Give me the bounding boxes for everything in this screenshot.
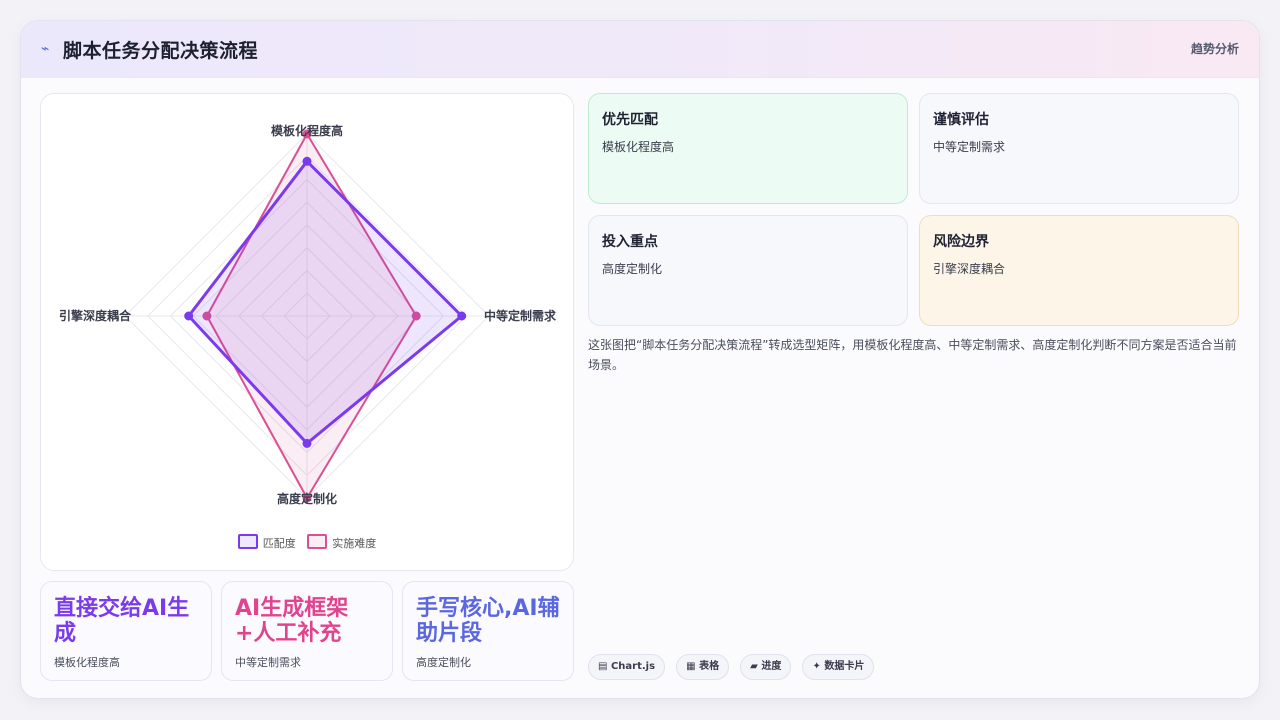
table-icon: ▦ [686, 661, 696, 672]
trend-analysis-link[interactable]: 趋势分析 [1191, 40, 1239, 57]
axis-label: 模板化程度高 [271, 123, 343, 138]
chip-chartjs[interactable]: ▤ Chart.js [588, 654, 666, 680]
quadrant-title: 谨慎评估 [933, 112, 989, 128]
quadrant-title: 风险边界 [933, 234, 989, 250]
chart-icon: ▤ [598, 661, 608, 672]
page-title: 脚本任务分配决策流程 [63, 40, 259, 62]
series-point-0 [302, 438, 312, 448]
series-area-0 [187, 159, 464, 445]
axis-label: 高度定制化 [277, 491, 337, 506]
quadrant-sub: 模板化程度高 [602, 140, 675, 154]
quadrant-risk-boundary[interactable]: 风险边界 引擎深度耦合 [919, 215, 1239, 326]
chart-legend: 匹配度 实施难度 [41, 534, 573, 551]
chip-label: 表格 [699, 661, 720, 672]
legend-swatch-difficulty [307, 534, 328, 549]
series-point-0 [457, 311, 467, 321]
legend-swatch-match [237, 534, 258, 549]
option-sub: 高度定制化 [416, 656, 471, 669]
chip-label: 进度 [761, 661, 782, 672]
legend-label-difficulty: 实施难度 [332, 537, 377, 550]
option-sub: 模板化程度高 [54, 656, 120, 669]
option-title: 手写核心,AI辅助片段 [416, 596, 560, 646]
option-title: AI生成框架+人工补充 [235, 596, 349, 646]
main-card: ⌁ 脚本任务分配决策流程 趋势分析 模板化程度高 中等定制需求 高度定制化 引擎深度耦… [20, 20, 1260, 699]
axis-label: 引擎深度耦合 [59, 308, 132, 323]
option-title: 直接交给AI生成 [54, 596, 190, 646]
chip-progress[interactable]: ▰ 进度 [740, 654, 792, 680]
chip-label: Chart.js [610, 661, 656, 672]
tech-chips: ▤ Chart.js ▦ 表格 ▰ 进度 ✦ 数据卡片 [588, 654, 880, 680]
header: ⌁ 脚本任务分配决策流程 趋势分析 [21, 21, 1259, 78]
series-point-0 [184, 311, 194, 321]
quadrant-title: 投入重点 [602, 234, 658, 250]
quadrant-investment-focus[interactable]: 投入重点 高度定制化 [588, 215, 908, 326]
chip-label: 数据卡片 [824, 661, 865, 672]
radar-chart: 模板化程度高中等定制需求高度定制化 引擎深度耦合 匹配度 实施难度 [40, 93, 574, 571]
option-card-handwrite[interactable]: 手写核心,AI辅助片段 高度定制化 [402, 581, 574, 681]
series-point-0 [302, 156, 312, 166]
axis-label: 中等定制需求 [484, 308, 557, 323]
quadrant-sub: 中等定制需求 [933, 140, 1006, 154]
option-sub: 中等定制需求 [235, 656, 301, 669]
chip-data-card[interactable]: ✦ 数据卡片 [802, 654, 875, 680]
option-card-ai-generate[interactable]: 直接交给AI生成 模板化程度高 [40, 581, 212, 681]
progress-icon: ▰ [750, 661, 758, 672]
sparkle-icon: ✦ [812, 661, 821, 672]
radar-svg: 模板化程度高中等定制需求高度定制化 引擎深度耦合 [59, 123, 557, 506]
legend-item-difficulty[interactable]: 实施难度 [307, 534, 376, 551]
trend-icon: ⌁ [41, 41, 50, 57]
quadrant-title: 优先匹配 [602, 112, 658, 128]
description-text: 这张图把“脚本任务分配决策流程”转成选型矩阵，用模板化程度高、中等定制需求、高度… [588, 338, 1237, 372]
quadrant-careful-eval[interactable]: 谨慎评估 中等定制需求 [919, 93, 1239, 204]
legend-item-match[interactable]: 匹配度 [237, 534, 296, 551]
option-card-ai-framework[interactable]: AI生成框架+人工补充 中等定制需求 [221, 581, 393, 681]
quadrant-priority-match[interactable]: 优先匹配 模板化程度高 [588, 93, 908, 204]
quadrant-sub: 引擎深度耦合 [933, 262, 1006, 276]
chip-table[interactable]: ▦ 表格 [676, 654, 730, 680]
quadrant-sub: 高度定制化 [602, 262, 663, 276]
legend-label-match: 匹配度 [262, 537, 296, 550]
